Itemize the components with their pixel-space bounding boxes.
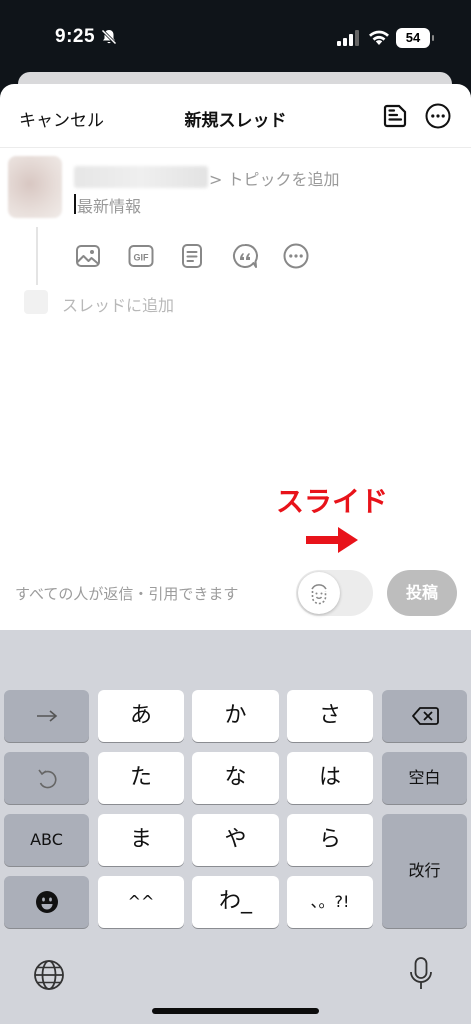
svg-text:GIF: GIF: [134, 253, 150, 263]
face-icon: [311, 584, 327, 605]
slide-annotation: スライド: [276, 485, 389, 518]
drafts-icon[interactable]: [382, 102, 410, 130]
key-ta[interactable]: た: [98, 752, 184, 804]
compose-header: キャンセル 新規スレッド: [0, 84, 471, 148]
key-punctuation[interactable]: 、。?!: [287, 876, 373, 928]
key-space[interactable]: 空白: [382, 752, 467, 804]
key-return[interactable]: 改行: [382, 814, 467, 928]
document-icon[interactable]: [178, 242, 206, 270]
key-arrow-right[interactable]: [4, 690, 89, 742]
key-ma[interactable]: ま: [98, 814, 184, 866]
key-emoji[interactable]: [4, 876, 89, 928]
key-abc[interactable]: ABC: [4, 814, 89, 866]
japanese-keyboard: あ か さ た な は 空白 ABC ま や ら 改行 ^^ わ_ 、。?!: [0, 630, 471, 1024]
thread-avatar: [24, 290, 48, 314]
thread-line: [36, 227, 38, 285]
signal-icon: [337, 30, 359, 46]
key-ya[interactable]: や: [192, 814, 279, 866]
key-ka[interactable]: か: [192, 690, 279, 742]
post-button[interactable]: 投稿: [387, 570, 457, 616]
battery-indicator: 54: [396, 28, 434, 48]
home-indicator: [152, 1008, 319, 1014]
undo-icon: [37, 769, 56, 789]
arrow-right-icon: [306, 527, 358, 553]
key-ra[interactable]: ら: [287, 814, 373, 866]
image-icon[interactable]: [74, 242, 102, 270]
key-undo[interactable]: [4, 752, 89, 804]
key-kaomoji[interactable]: ^^: [98, 876, 184, 928]
toggle-knob[interactable]: [298, 572, 340, 614]
avatar: [8, 156, 62, 218]
bell-muted-icon: [100, 28, 118, 46]
key-na[interactable]: な: [192, 752, 279, 804]
post-text-input[interactable]: 最新情報: [77, 193, 141, 217]
status-bar: 9:25 54: [0, 0, 471, 70]
text-caret: [74, 194, 76, 214]
key-a[interactable]: あ: [98, 690, 184, 742]
reply-setting[interactable]: すべての人が返信・引用できます: [15, 583, 238, 604]
microphone-icon[interactable]: [408, 956, 434, 992]
username-blurred: [74, 166, 208, 188]
wifi-icon: [369, 30, 389, 45]
compose-sheet: キャンセル 新規スレッド > トピックを追加 最新情報 GIF スレッドに追加 …: [0, 84, 471, 630]
ai-label-toggle[interactable]: [296, 570, 373, 616]
key-wa[interactable]: わ_: [192, 876, 279, 928]
key-sa[interactable]: さ: [287, 690, 373, 742]
status-time: 9:25: [55, 26, 96, 47]
key-ha[interactable]: は: [287, 752, 373, 804]
emoji-icon: [35, 891, 58, 913]
more-options-icon[interactable]: [282, 242, 310, 270]
add-topic-button[interactable]: > トピックを追加: [209, 166, 340, 190]
add-to-thread-button[interactable]: スレッドに追加: [62, 292, 174, 316]
backspace-icon: [411, 707, 439, 725]
quote-icon[interactable]: [231, 242, 259, 270]
globe-icon[interactable]: [32, 958, 66, 992]
arrow-right-icon: [36, 710, 57, 722]
key-backspace[interactable]: [382, 690, 467, 742]
gif-icon[interactable]: GIF: [127, 242, 155, 270]
more-options-icon[interactable]: [424, 102, 452, 130]
